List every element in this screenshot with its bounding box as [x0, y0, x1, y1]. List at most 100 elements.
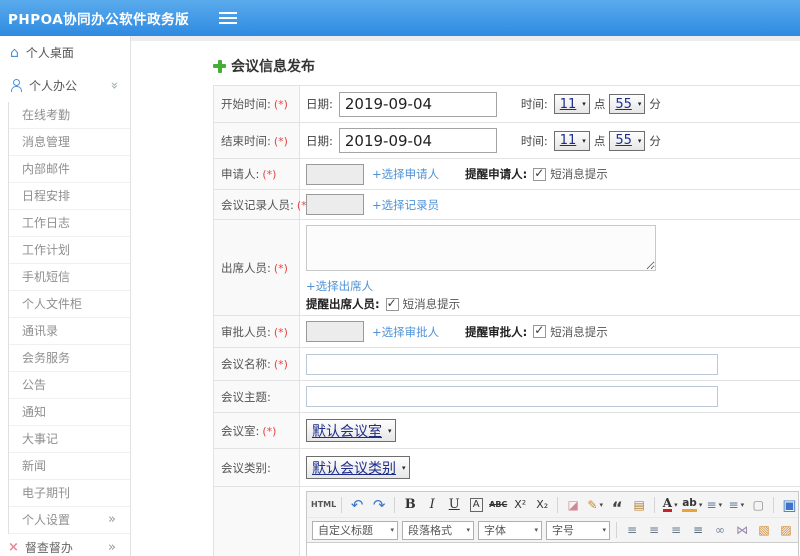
meeting-form: 开始时间:(*) 日期: 时间: 11▾ 点 55▾ 分 结束时间:(*) [213, 85, 800, 556]
sms-label: 短消息提示 [550, 324, 608, 339]
unordered-list-icon[interactable]: ≡ ▾ [726, 495, 746, 515]
underline-icon[interactable]: U [444, 495, 464, 515]
minute-unit-label: 分 [649, 97, 661, 111]
font-color-icon[interactable]: A ▾ [660, 495, 680, 515]
sidebar-submenu-item[interactable]: 工作计划 [9, 237, 130, 264]
end-minute-select[interactable]: 55 ▾ [609, 130, 646, 151]
sms-remind-checkbox[interactable]: ✓ [533, 323, 547, 338]
html-source-icon[interactable]: HTML [311, 495, 336, 515]
sms-remind-checkbox[interactable]: ✓ [533, 166, 547, 181]
applicant-input[interactable] [306, 163, 364, 185]
chevron-down-icon: ▾ [582, 100, 586, 108]
chevron-down-icon: ▾ [602, 526, 606, 534]
field-label: 会议名称: [221, 357, 271, 371]
sidebar-submenu-label: 个人设置 [22, 513, 71, 527]
link-icon[interactable]: ∞ [710, 520, 730, 540]
sidebar-submenu-item[interactable]: 通知 [9, 399, 130, 426]
sidebar-submenu-label: 手机短信 [22, 270, 71, 284]
meeting-category-select[interactable]: 默认会议类别 ▾ [306, 456, 410, 479]
format-painter-icon[interactable]: ✎ ▾ [585, 495, 605, 515]
select-approver-link[interactable]: +选择审批人 [372, 324, 439, 340]
recorder-input[interactable] [306, 194, 364, 215]
custom-title-select[interactable]: 自定义标题 ▾ [312, 520, 398, 540]
sidebar-item-supervise[interactable]: × 督查督办 » [0, 534, 130, 556]
subscript-icon[interactable]: X₂ [532, 495, 552, 515]
font-family-select[interactable]: 字体 ▾ [478, 520, 542, 540]
sidebar-submenu-item[interactable]: 公告 [9, 372, 130, 399]
select-applicant-link[interactable]: +选择申请人 [372, 166, 439, 182]
align-left-icon[interactable]: ≡ [622, 520, 642, 540]
sidebar-submenu-item[interactable]: 在线考勤 [9, 102, 130, 129]
editor-content-area[interactable] [307, 542, 798, 556]
paste-icon[interactable]: ▤ [629, 495, 649, 515]
bold-icon[interactable]: B [400, 495, 420, 515]
remind-approver-label: 提醒审批人: [465, 324, 528, 339]
select-attendees-link[interactable]: +选择出席人 [306, 278, 373, 294]
blockquote-icon[interactable]: “ [607, 495, 627, 518]
align-right-icon[interactable]: ≡ [666, 520, 686, 540]
sms-remind-checkbox[interactable]: ✓ [385, 296, 399, 311]
form-row-meeting-room: 会议室: (*) 默认会议室 ▾ [213, 412, 800, 449]
chevron-down-icon: ▾ [582, 136, 586, 145]
editor-toolbar-row2: 自定义标题 ▾ 段落格式 ▾ 字体 ▾ 字号 ▾ ≡ ≡ ≡ ≡ ∞ ⋈ ▧ ▨ [307, 517, 798, 542]
insert-image-icon[interactable]: ▨ [776, 520, 796, 540]
strikethrough-icon[interactable]: ABC [488, 495, 508, 515]
sidebar-submenu-item[interactable]: 消息管理 [9, 129, 130, 156]
font-size-select[interactable]: 字号 ▾ [546, 520, 610, 540]
start-minute-select[interactable]: 55 ▾ [609, 94, 646, 114]
sidebar-item-office[interactable]: 个人办公 » [0, 69, 130, 102]
shuffle-icon: × [8, 539, 19, 555]
chevron-double-down-icon: » [106, 81, 122, 90]
toolbar-separator [773, 496, 775, 513]
char-border-icon[interactable]: A [466, 495, 486, 515]
end-hour-select[interactable]: 11 ▾ [553, 130, 590, 151]
sidebar-item-desktop[interactable]: ⌂ 个人桌面 [0, 36, 130, 69]
undo-icon[interactable]: ↶ [347, 495, 367, 515]
image-icon[interactable]: ▧ [754, 520, 774, 540]
eraser-icon[interactable]: ◪ [563, 495, 583, 515]
sidebar-submenu-item[interactable]: 日程安排 [9, 183, 130, 210]
sidebar-submenu-label: 消息管理 [22, 135, 71, 149]
sidebar-submenu-item[interactable]: 大事记 [9, 426, 130, 453]
new-page-icon[interactable]: ▢ [748, 495, 768, 515]
italic-icon[interactable]: I [422, 495, 442, 515]
minute-unit-label: 分 [649, 133, 661, 148]
required-mark: (*) [273, 325, 288, 339]
redo-icon[interactable]: ↷ [369, 495, 389, 515]
start-hour-select[interactable]: 11 ▾ [553, 94, 590, 114]
align-center-icon[interactable]: ≡ [644, 520, 664, 540]
start-date-input[interactable] [338, 91, 497, 117]
remind-attendees-label: 提醒出席人员: [306, 297, 380, 311]
sidebar-submenu-item[interactable]: 新闻 [9, 453, 130, 480]
meeting-subject-input[interactable] [306, 386, 718, 407]
ordered-list-icon[interactable]: ≡ ▾ [704, 495, 724, 515]
hamburger-menu-icon[interactable] [219, 12, 238, 24]
sidebar-submenu-item[interactable]: 内部邮件 [9, 156, 130, 183]
chevron-down-icon: ▾ [402, 463, 406, 472]
highlight-color-icon[interactable]: ab ▾ [682, 495, 702, 515]
chevron-down-icon: ▾ [637, 100, 642, 108]
approver-input[interactable] [306, 321, 364, 342]
sidebar-submenu-item[interactable]: 手机短信 [9, 264, 130, 291]
field-label: 审批人员: [221, 324, 271, 339]
sidebar-submenu-item[interactable]: 电子期刊 [9, 480, 130, 507]
sidebar-submenu-item[interactable]: 会务服务 [9, 345, 130, 372]
align-justify-icon[interactable]: ≡ [688, 520, 708, 540]
attendees-textarea[interactable] [306, 225, 656, 271]
meeting-name-input[interactable] [306, 353, 718, 375]
end-date-input[interactable] [338, 128, 497, 153]
sidebar-submenu-item[interactable]: 个人文件柜 [9, 291, 130, 318]
sidebar-submenu-item[interactable]: 工作日志 [9, 210, 130, 237]
sidebar-submenu-item[interactable]: 通讯录 [9, 318, 130, 345]
meeting-room-select[interactable]: 默认会议室 ▾ [306, 419, 396, 442]
select-recorder-link[interactable]: +选择记录员 [372, 197, 439, 213]
unlink-icon[interactable]: ⋈ [732, 520, 752, 540]
superscript-icon[interactable]: X² [510, 495, 530, 515]
field-label: 会议主题: [221, 389, 271, 404]
field-label: 结束时间: [221, 133, 271, 148]
fullscreen-icon[interactable]: ▣ [779, 495, 798, 515]
paragraph-format-select[interactable]: 段落格式 ▾ [402, 520, 474, 540]
sidebar-submenu-item[interactable]: 个人设置 » [9, 507, 130, 534]
toolbar-separator [341, 496, 343, 513]
chevron-down-icon: ▾ [534, 526, 538, 534]
